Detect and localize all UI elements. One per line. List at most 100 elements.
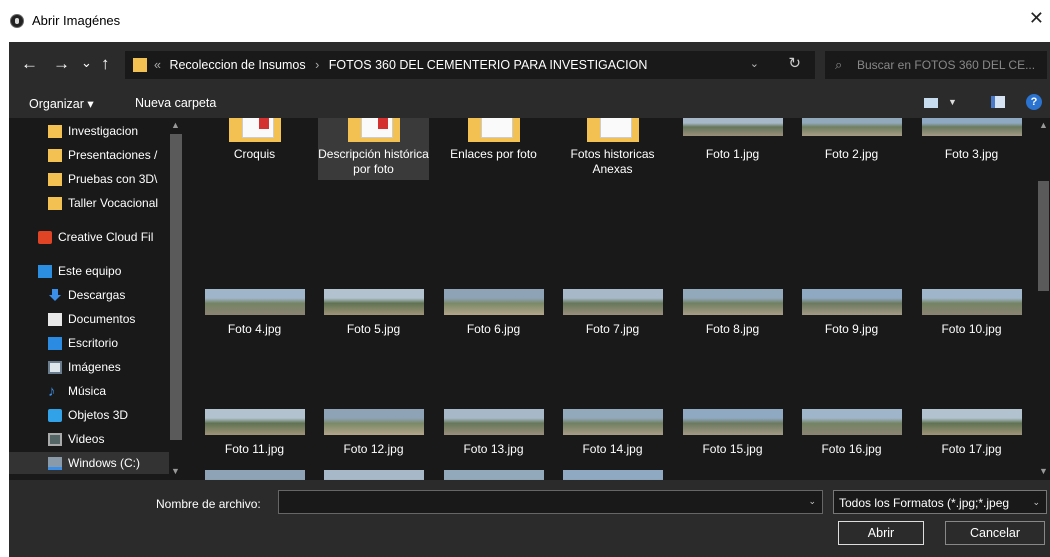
sidebar-item[interactable]: Objetos 3D <box>9 404 169 426</box>
drive-icon <box>48 457 62 470</box>
folder-item[interactable]: Descripción histórica por foto <box>318 118 429 180</box>
music-icon: ♪ <box>48 383 56 400</box>
sidebar-item[interactable]: Pruebas con 3D\ <box>9 168 169 190</box>
image-file-item[interactable]: Foto 6.jpg <box>438 288 549 336</box>
image-file-item[interactable]: Foto 15.jpg <box>677 408 788 456</box>
address-bar[interactable]: « Recoleccion de Insumos › FOTOS 360 DEL… <box>125 51 815 79</box>
file-name: Foto 10.jpg <box>941 322 1002 336</box>
sidebar-item-label: Taller Vocacional <box>68 196 159 210</box>
scroll-up-icon[interactable]: ▲ <box>1039 120 1048 130</box>
image-file-item[interactable]: Foto 3.jpg <box>916 118 1027 180</box>
file-name: Foto 8.jpg <box>705 322 760 336</box>
new-folder-button[interactable]: Nueva carpeta <box>135 96 216 110</box>
image-file-item[interactable]: Foto 13.jpg <box>438 408 549 456</box>
image-file-item[interactable]: Foto 5.jpg <box>318 288 429 336</box>
scroll-down-icon[interactable]: ▼ <box>1039 466 1048 476</box>
filetype-dropdown-icon[interactable]: ⌄ <box>1032 497 1040 508</box>
forward-arrow-icon[interactable]: → <box>53 54 70 74</box>
image-file-item[interactable]: Foto 14.jpg <box>557 408 668 456</box>
folder-item[interactable]: Enlaces por foto <box>438 118 549 180</box>
image-file-item[interactable]: Foto 4.jpg <box>199 288 310 336</box>
sidebar-item[interactable]: Escritorio <box>9 332 169 354</box>
cancel-button[interactable]: Cancelar <box>945 521 1045 545</box>
help-icon[interactable]: ? <box>1026 94 1042 110</box>
image-file-item[interactable]: Foto 1.jpg <box>677 118 788 180</box>
folder-icon <box>48 125 62 138</box>
pictures-icon <box>48 361 62 374</box>
sidebar-item[interactable]: Descargas <box>9 284 169 306</box>
filename-label: Nombre de archivo: <box>156 497 261 511</box>
sidebar-item[interactable]: Imágenes <box>9 356 169 378</box>
breadcrumb-overflow[interactable]: « <box>154 58 161 72</box>
scrollbar-thumb[interactable] <box>170 134 182 440</box>
file-name: Foto 3.jpg <box>944 147 999 161</box>
refresh-icon[interactable]: ↻ <box>788 54 801 72</box>
view-dropdown-icon[interactable]: ▼ <box>948 97 957 107</box>
back-arrow-icon[interactable]: ← <box>21 54 38 74</box>
image-file-item[interactable]: Foto 21.jpg <box>557 470 668 480</box>
sidebar-scrollbar[interactable]: ▲ ▼ <box>169 118 183 480</box>
search-box[interactable]: ⌕ Buscar en FOTOS 360 DEL CE... <box>825 51 1047 79</box>
sidebar-item[interactable]: Videos <box>9 428 169 450</box>
filename-input[interactable]: ⌄ <box>278 490 823 514</box>
image-file-item[interactable]: Foto 16.jpg <box>796 408 907 456</box>
search-placeholder: Buscar en FOTOS 360 DEL CE... <box>857 58 1036 72</box>
close-icon[interactable]: ✕ <box>1029 8 1044 29</box>
document-preview-icon <box>481 118 513 138</box>
address-dropdown-icon[interactable]: ⌄ <box>750 57 759 70</box>
file-name: Foto 12.jpg <box>343 442 404 456</box>
filetype-select[interactable]: Todos los Formatos (*.jpg;*.jpeg ⌄ <box>833 490 1047 514</box>
image-thumbnail <box>802 118 902 136</box>
image-file-item[interactable]: Foto 7.jpg <box>557 288 668 336</box>
preview-pane-icon[interactable] <box>991 96 1005 108</box>
up-arrow-icon[interactable]: ↑ <box>101 54 110 74</box>
breadcrumb-segment[interactable]: Recoleccion de Insumos <box>169 58 305 72</box>
image-file-item[interactable]: Foto 19.jpg <box>318 470 429 480</box>
image-file-item[interactable]: Foto 18.jpg <box>199 470 310 480</box>
image-thumbnail <box>683 118 783 136</box>
image-file-item[interactable]: Foto 10.jpg <box>916 288 1027 336</box>
scroll-down-icon[interactable]: ▼ <box>171 466 180 476</box>
document-icon <box>48 313 62 326</box>
file-grid: Croquis Descripción histórica por foto Enl… <box>183 118 1050 480</box>
sidebar-item[interactable]: Windows (C:) <box>9 452 169 474</box>
sidebar-item[interactable]: Este equipo <box>9 260 169 282</box>
breadcrumb-segment[interactable]: FOTOS 360 DEL CEMENTERIO PARA INVESTIGAC… <box>329 58 648 72</box>
file-name: Descripción histórica por foto <box>318 147 429 176</box>
image-file-item[interactable]: Foto 9.jpg <box>796 288 907 336</box>
scrollbar-thumb[interactable] <box>1038 181 1049 291</box>
navigation-pane: ▲ ▼ Investigacion Presentaciones / Pruebas… <box>9 118 183 480</box>
file-name: Foto 6.jpg <box>466 322 521 336</box>
sidebar-item[interactable]: Presentaciones / <box>9 144 169 166</box>
sidebar-item[interactable]: Documentos <box>9 308 169 330</box>
document-preview-icon <box>600 118 632 138</box>
sidebar-item[interactable]: Investigacion <box>9 120 169 142</box>
desktop-icon <box>48 337 62 350</box>
image-file-item[interactable]: Foto 8.jpg <box>677 288 788 336</box>
image-thumbnail <box>444 409 544 435</box>
view-mode-icon[interactable] <box>924 98 938 108</box>
organize-button[interactable]: Organizar ▾ <box>29 96 94 111</box>
sidebar-item[interactable]: Creative Cloud Fil <box>9 226 169 248</box>
content-scrollbar[interactable]: ▲ ▼ <box>1037 118 1050 480</box>
image-file-item[interactable]: Foto 2.jpg <box>796 118 907 180</box>
folder-icon <box>587 118 639 142</box>
open-button[interactable]: Abrir <box>838 521 924 545</box>
image-file-item[interactable]: Foto 17.jpg <box>916 408 1027 456</box>
scroll-up-icon[interactable]: ▲ <box>171 120 180 130</box>
filename-dropdown-icon[interactable]: ⌄ <box>808 496 816 507</box>
file-name: Foto 11.jpg <box>224 442 285 456</box>
sidebar-item-label: Presentaciones / <box>68 148 158 162</box>
sidebar-item[interactable]: Taller Vocacional <box>9 192 169 214</box>
image-file-item[interactable]: Foto 12.jpg <box>318 408 429 456</box>
image-thumbnail <box>563 470 663 480</box>
folder-icon <box>468 118 520 142</box>
image-file-item[interactable]: Foto 11.jpg <box>199 408 310 456</box>
sidebar-item[interactable]: ♪ Música <box>9 380 169 402</box>
folder-icon <box>348 118 400 142</box>
recent-locations-icon[interactable]: ⌄ <box>81 55 92 71</box>
folder-item[interactable]: Fotos historicas Anexas <box>557 118 668 180</box>
image-file-item[interactable]: Foto 20.jpg <box>438 470 549 480</box>
folder-item[interactable]: Croquis <box>199 118 310 180</box>
sidebar-item-label: Escritorio <box>68 336 119 350</box>
